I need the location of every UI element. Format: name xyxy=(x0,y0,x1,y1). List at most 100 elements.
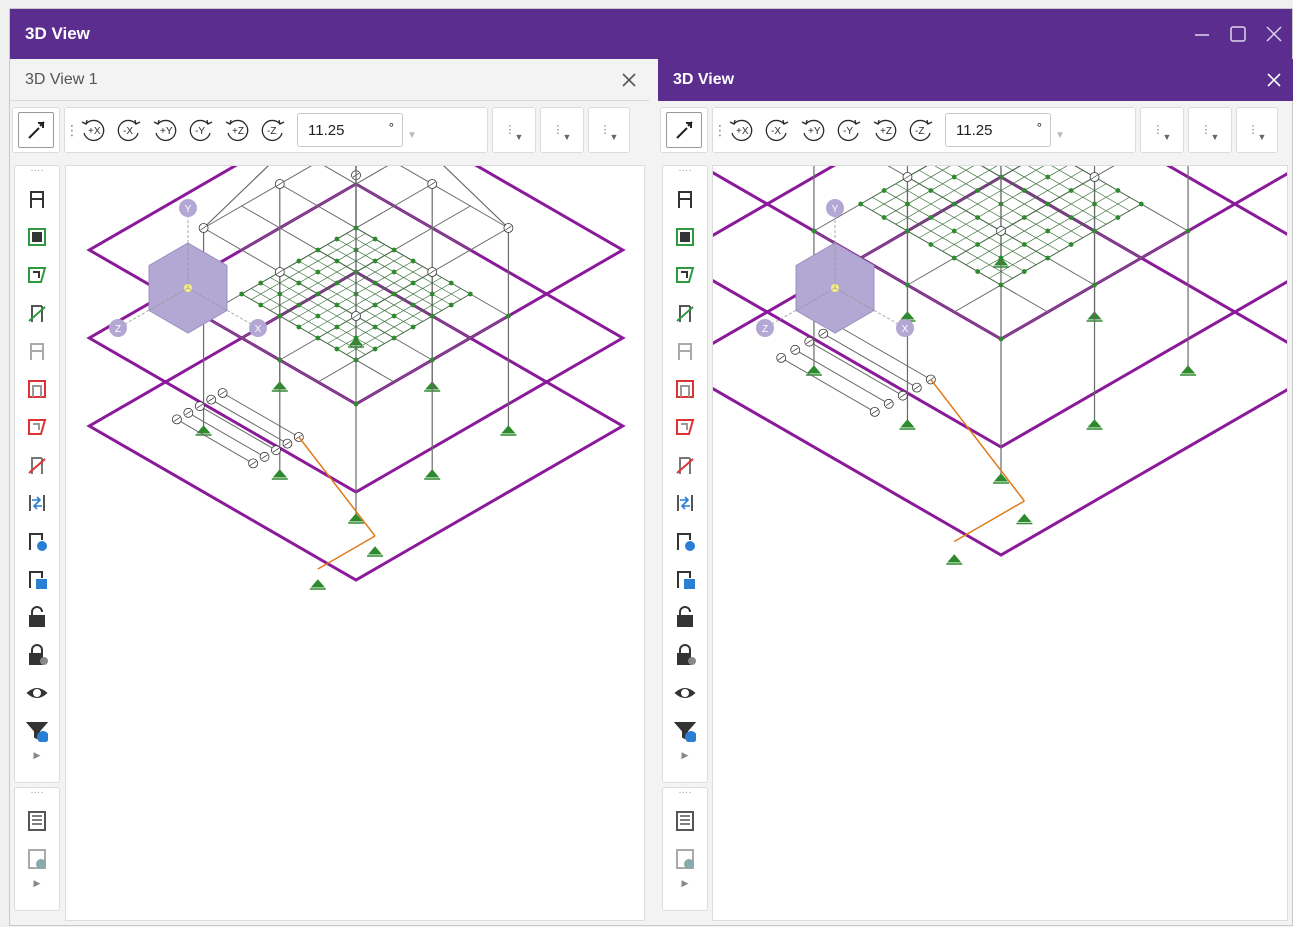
model-member[interactable] xyxy=(199,405,277,451)
lock-eye-button[interactable] xyxy=(15,636,59,674)
model-node[interactable] xyxy=(1092,228,1097,234)
model-member[interactable] xyxy=(210,399,288,445)
support-symbol[interactable] xyxy=(946,554,963,565)
model-node[interactable] xyxy=(410,258,416,264)
model-node[interactable] xyxy=(334,258,340,264)
left-model-canvas[interactable]: Y Z X xyxy=(66,166,645,921)
model-node[interactable] xyxy=(334,280,340,286)
model-node[interactable] xyxy=(315,313,321,319)
model-node[interactable] xyxy=(353,401,359,407)
model-node[interactable] xyxy=(315,247,321,253)
model-node[interactable] xyxy=(1068,188,1074,193)
model-node[interactable] xyxy=(372,324,378,330)
rotate-plus-y-button[interactable]: +Y xyxy=(798,115,828,145)
model-node[interactable] xyxy=(315,335,321,341)
model-member[interactable] xyxy=(317,535,376,570)
more-arrow[interactable]: ▶ xyxy=(15,750,59,770)
model-member[interactable] xyxy=(1001,166,1142,205)
model-node[interactable] xyxy=(258,280,264,286)
support-symbol[interactable] xyxy=(309,579,326,590)
frame-green-box-button[interactable] xyxy=(663,218,707,256)
frame-red-diagonal-button[interactable] xyxy=(663,446,707,484)
support-symbol[interactable] xyxy=(367,546,384,557)
report-image-button[interactable] xyxy=(663,840,707,878)
model-node[interactable] xyxy=(372,258,378,264)
model-node[interactable] xyxy=(998,282,1004,288)
model-node[interactable] xyxy=(467,291,473,297)
model-node[interactable] xyxy=(372,346,378,352)
model-node[interactable] xyxy=(858,201,864,207)
left-3d-viewport[interactable]: Y Z X xyxy=(65,165,645,921)
right-dropdown-2[interactable]: ⋮ ▼ xyxy=(1188,107,1232,153)
right-tab-title[interactable]: 3D View xyxy=(658,71,1254,89)
support-symbol[interactable] xyxy=(1016,513,1033,525)
model-member[interactable] xyxy=(895,166,1036,225)
model-node[interactable] xyxy=(998,255,1004,261)
align-arrows-button[interactable] xyxy=(663,484,707,522)
support-symbol[interactable] xyxy=(1180,365,1197,376)
model-member[interactable] xyxy=(953,500,1025,543)
model-node[interactable] xyxy=(975,242,981,247)
model-node[interactable] xyxy=(353,335,359,341)
model-node[interactable] xyxy=(881,188,887,193)
model-node[interactable] xyxy=(429,313,435,319)
support-symbol[interactable] xyxy=(271,469,288,480)
model-member[interactable] xyxy=(837,325,932,380)
model-node[interactable] xyxy=(928,215,934,220)
model-node[interactable] xyxy=(429,357,435,363)
close-window-button[interactable] xyxy=(1256,9,1292,59)
angle-spin-arrow[interactable]: ▼ xyxy=(1051,113,1069,147)
model-node[interactable] xyxy=(239,291,245,297)
model-node[interactable] xyxy=(951,201,957,207)
model-member[interactable] xyxy=(861,166,1049,205)
model-node[interactable] xyxy=(1185,228,1191,234)
right-dropdown-1[interactable]: ⋮ ▼ xyxy=(1140,107,1184,153)
model-member[interactable] xyxy=(809,341,904,397)
rotate-minus-x-button[interactable]: -X xyxy=(114,115,144,145)
angle-spin-arrow[interactable]: ▼ xyxy=(403,113,421,147)
model-node[interactable] xyxy=(334,346,340,352)
rotate-minus-z-button[interactable]: -Z xyxy=(906,115,936,145)
left-tool-button[interactable] xyxy=(18,112,54,148)
rotate-minus-y-button[interactable]: -Y xyxy=(834,115,864,145)
model-node[interactable] xyxy=(928,188,934,193)
model-node[interactable] xyxy=(881,215,887,220)
frame-faded-button[interactable] xyxy=(663,332,707,370)
model-node[interactable] xyxy=(448,280,454,286)
frame-green-shell-button[interactable] xyxy=(663,256,707,294)
model-node[interactable] xyxy=(1045,228,1051,234)
model-node[interactable] xyxy=(811,228,817,234)
right-3d-viewport[interactable]: Y Z X xyxy=(712,165,1288,921)
model-node[interactable] xyxy=(353,225,359,231)
model-node[interactable] xyxy=(372,302,378,308)
model-node[interactable] xyxy=(905,282,910,288)
angle-input[interactable]: 11.25 ° xyxy=(945,113,1051,147)
rotate-plus-z-button[interactable]: +Z xyxy=(222,115,252,145)
frame-faded-button[interactable] xyxy=(15,332,59,370)
rotate-minus-z-button[interactable]: -Z xyxy=(258,115,288,145)
model-node[interactable] xyxy=(905,201,910,207)
model-node[interactable] xyxy=(296,324,302,330)
model-node[interactable] xyxy=(334,324,340,330)
filter-download-button[interactable] xyxy=(663,712,707,750)
model-node[interactable] xyxy=(391,269,397,275)
report-button[interactable] xyxy=(663,802,707,840)
model-node[interactable] xyxy=(1045,255,1051,261)
eye-button[interactable] xyxy=(663,674,707,712)
frame-red-shell-button[interactable] xyxy=(663,408,707,446)
model-node[interactable] xyxy=(1068,242,1074,247)
model-node[interactable] xyxy=(951,174,957,180)
model-member[interactable] xyxy=(953,166,1141,205)
model-node[interactable] xyxy=(391,335,397,341)
model-node[interactable] xyxy=(998,336,1004,342)
report-button[interactable] xyxy=(15,802,59,840)
right-tab-close-button[interactable] xyxy=(1254,59,1293,101)
model-member[interactable] xyxy=(872,166,1012,212)
frame-button[interactable] xyxy=(15,180,59,218)
lock-eye-button[interactable] xyxy=(663,636,707,674)
model-node[interactable] xyxy=(1068,215,1074,220)
model-member[interactable] xyxy=(918,166,1059,239)
frame-green-diagonal-button[interactable] xyxy=(15,294,59,332)
navigation-cube[interactable]: Y Z X xyxy=(756,199,914,337)
model-node[interactable] xyxy=(296,280,302,286)
